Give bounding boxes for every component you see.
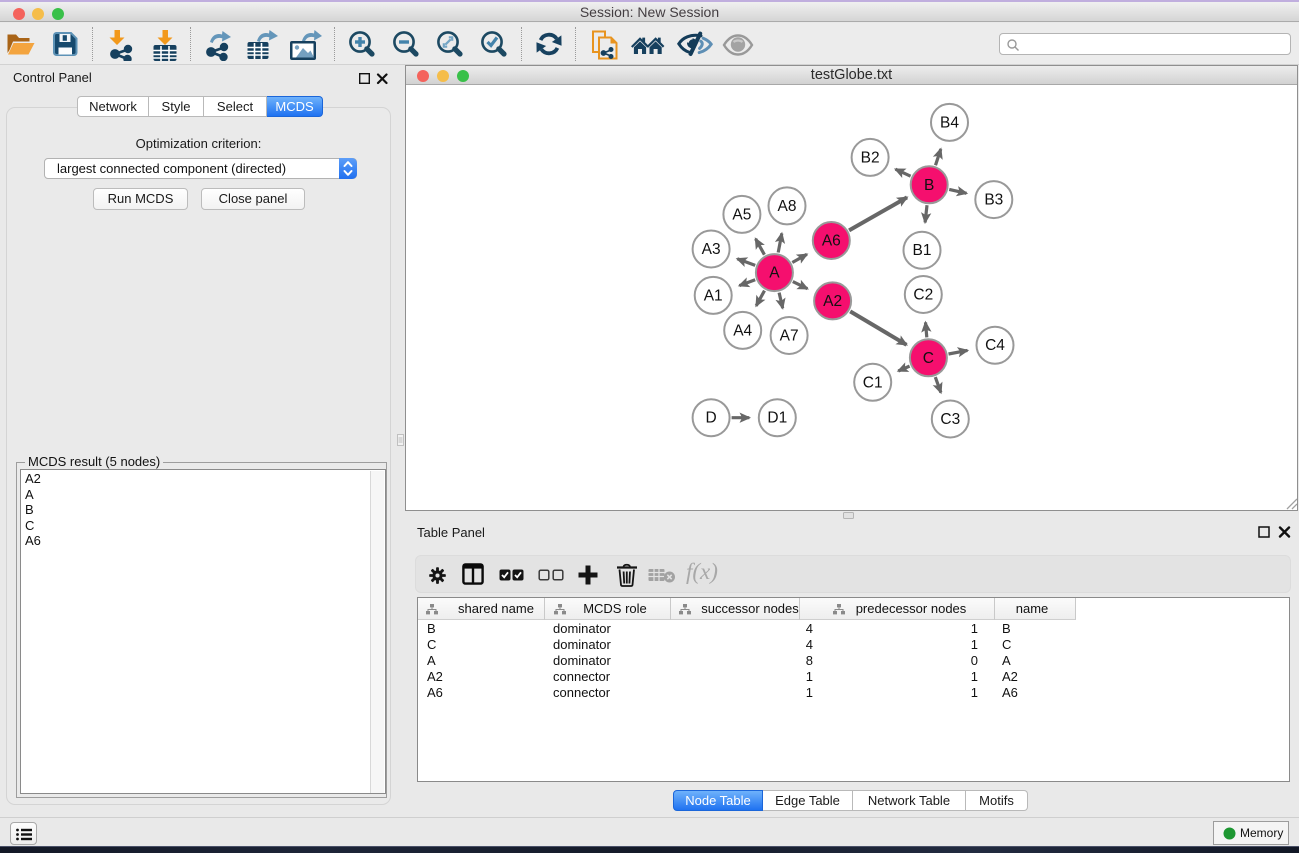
svg-text:A5: A5 bbox=[732, 206, 751, 223]
svg-text:A4: A4 bbox=[733, 322, 752, 339]
svg-text:B3: B3 bbox=[984, 192, 1003, 209]
svg-text:A: A bbox=[769, 265, 780, 282]
svg-text:B1: B1 bbox=[913, 242, 932, 259]
svg-text:A7: A7 bbox=[780, 328, 799, 345]
svg-text:C2: C2 bbox=[913, 287, 933, 304]
svg-text:C3: C3 bbox=[940, 411, 960, 428]
svg-text:C1: C1 bbox=[863, 374, 883, 391]
svg-text:A2: A2 bbox=[823, 293, 842, 310]
svg-text:A1: A1 bbox=[704, 287, 723, 304]
svg-text:C: C bbox=[923, 350, 934, 367]
svg-text:D1: D1 bbox=[767, 410, 787, 427]
svg-text:A6: A6 bbox=[822, 233, 841, 250]
svg-text:D: D bbox=[705, 410, 716, 427]
svg-text:B: B bbox=[924, 177, 934, 194]
svg-text:C4: C4 bbox=[985, 337, 1005, 354]
svg-text:A8: A8 bbox=[778, 198, 797, 215]
svg-text:B4: B4 bbox=[940, 114, 959, 131]
svg-text:A3: A3 bbox=[702, 241, 721, 258]
svg-text:B2: B2 bbox=[861, 149, 880, 166]
